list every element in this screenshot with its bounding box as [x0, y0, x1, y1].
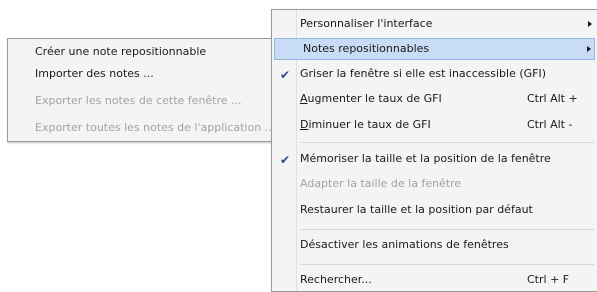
menu-item-label: Griser la fenêtre si elle est inaccessib… [300, 67, 547, 80]
menu-item-sticky-notes[interactable]: Notes repositionnables [274, 38, 595, 60]
menu-item-label: Adapter la taille de la fenêtre [300, 177, 462, 190]
menu-item-label: Importer des notes ... [35, 67, 154, 80]
checkmark-icon: ✔ [280, 153, 291, 167]
menu-item-disable-animations[interactable]: Désactiver les animations de fenêtres [272, 234, 597, 256]
menu-item-label: Restaurer la taille et la position par d… [300, 203, 533, 216]
window-context-menu: Personnaliser l'interface Notes repositi… [271, 9, 597, 292]
menu-separator [300, 229, 594, 230]
submenu-arrow-icon [587, 46, 591, 52]
menu-item-export-all-notes: Exporter toutes les notes de l'applicati… [8, 117, 276, 139]
menu-item-label: Créer une note repositionnable [35, 45, 207, 58]
menu-item-remember-window-size[interactable]: ✔ Mémoriser la taille et la position de … [272, 148, 597, 170]
menu-item-label: Augmenter le taux de GFI [300, 92, 442, 105]
menu-item-label: Mémoriser la taille et la position de la… [300, 152, 551, 165]
checkmark-icon: ✔ [280, 68, 291, 82]
menu-item-label: Diminuer le taux de GFI [300, 118, 431, 131]
menu-item-label: Exporter toutes les notes de l'applicati… [35, 121, 276, 134]
shortcut-label: Ctrl + F [527, 273, 570, 286]
menu-item-increase-gfi[interactable]: Augmenter le taux de GFI Ctrl Alt + [272, 88, 597, 110]
menu-item-label: Rechercher... [300, 273, 372, 286]
menu-item-label: Désactiver les animations de fenêtres [300, 238, 509, 251]
menu-item-restore-default-size[interactable]: Restaurer la taille et la position par d… [272, 199, 597, 221]
submenu-arrow-icon [588, 21, 592, 27]
menu-item-decrease-gfi[interactable]: Diminuer le taux de GFI Ctrl Alt - [272, 114, 597, 136]
shortcut-label: Ctrl Alt - [527, 118, 573, 131]
menu-item-fit-window-size: Adapter la taille de la fenêtre [272, 173, 597, 195]
menu-item-label: Notes repositionnables [303, 42, 430, 55]
shortcut-label: Ctrl Alt + [527, 92, 578, 105]
menu-item-create-note[interactable]: Créer une note repositionnable [8, 41, 272, 63]
menu-item-search[interactable]: Rechercher... Ctrl + F [272, 269, 597, 291]
sticky-notes-submenu: Créer une note repositionnable Importer … [7, 38, 276, 142]
menu-item-export-window-notes: Exporter les notes de cette fenêtre ... [8, 90, 272, 112]
menu-item-import-notes[interactable]: Importer des notes ... [8, 63, 272, 85]
menu-separator [300, 264, 594, 265]
menu-item-label: Personnaliser l'interface [300, 17, 433, 30]
menu-item-customize-interface[interactable]: Personnaliser l'interface [272, 13, 597, 35]
menu-separator [300, 142, 594, 143]
menu-item-gray-inaccessible-window[interactable]: ✔ Griser la fenêtre si elle est inaccess… [272, 63, 597, 85]
menu-item-label: Exporter les notes de cette fenêtre ... [35, 94, 242, 107]
